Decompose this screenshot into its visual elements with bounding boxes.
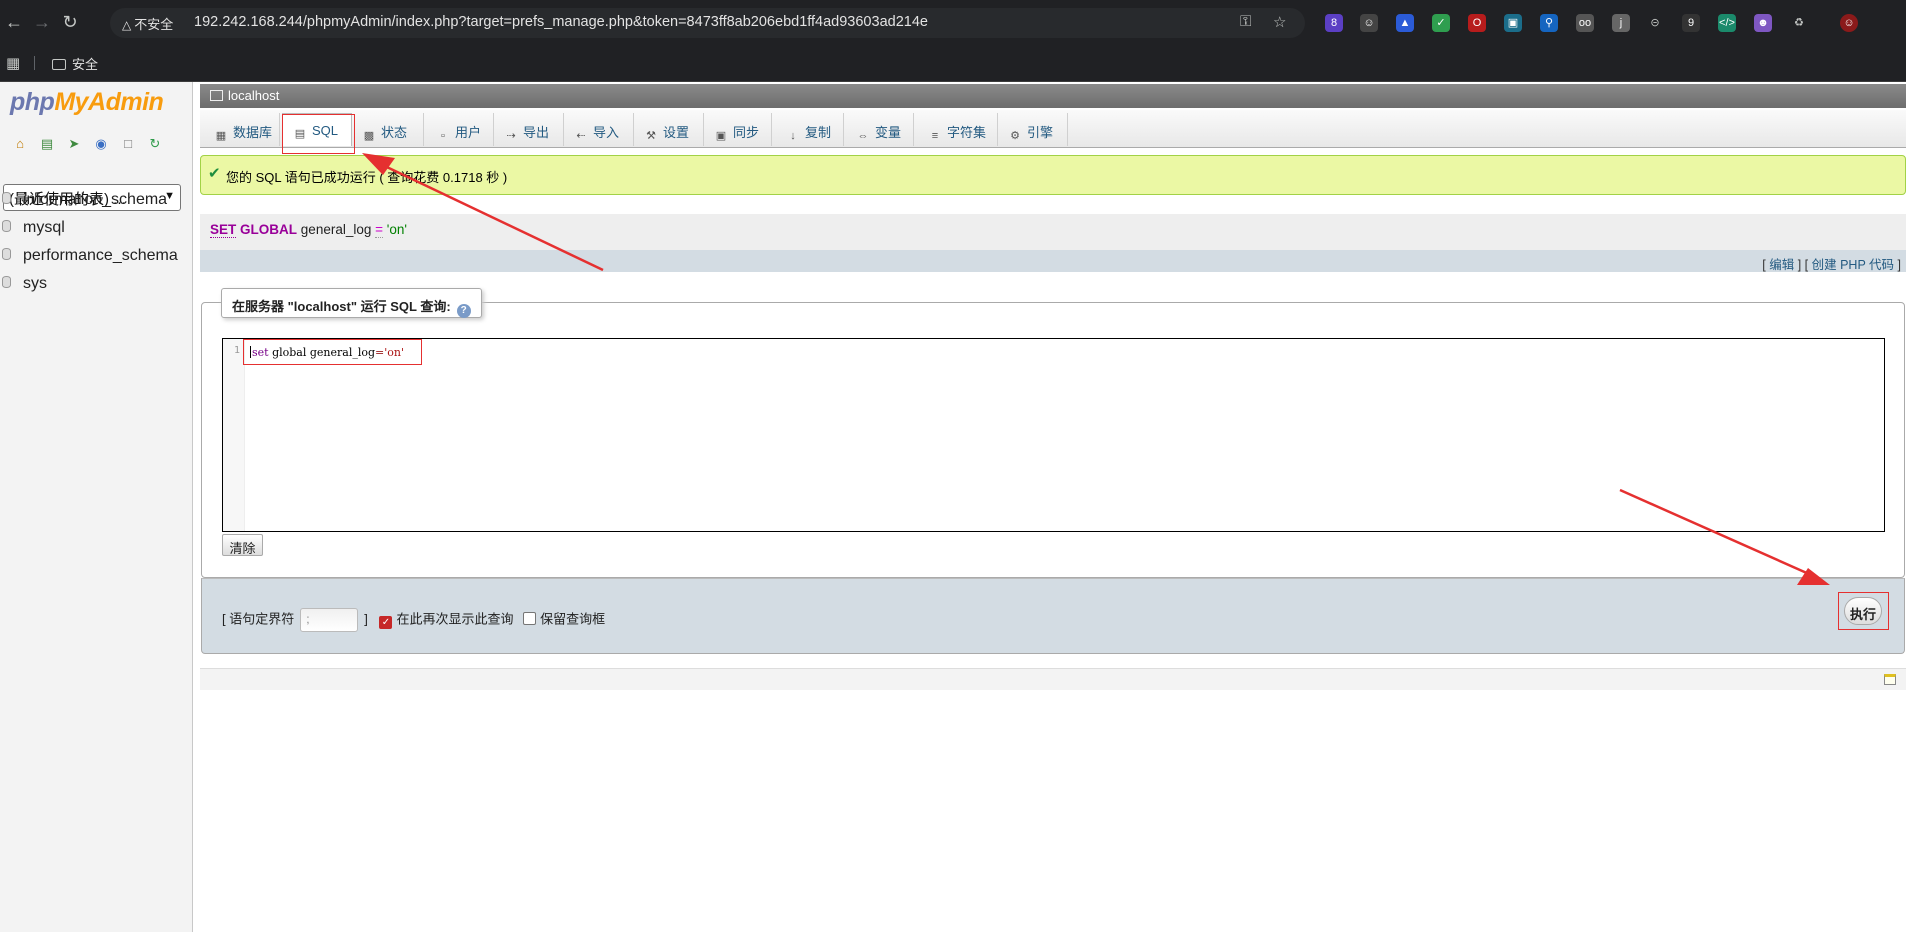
wrench-icon: ⚒: [646, 130, 656, 142]
database-icon: [2, 276, 11, 288]
export-icon: ⇢: [506, 130, 516, 142]
tab-status[interactable]: ▩ 状态: [356, 113, 424, 146]
tab-export[interactable]: ⇢ 导出: [496, 113, 564, 146]
extension-icon[interactable]: oo: [1576, 14, 1594, 32]
reload-icon[interactable]: ↻: [60, 12, 80, 32]
tab-sync[interactable]: ▣ 同步: [706, 113, 772, 146]
tab-charsets[interactable]: ≡ 字符集: [916, 113, 998, 146]
console-bar: [200, 668, 1906, 690]
options-row: [ 语句定界符;] ✓ 在此再次显示此查询 保留查询框: [222, 608, 605, 632]
line-gutter: 1: [223, 339, 245, 531]
star-icon[interactable]: ☆: [1273, 13, 1286, 31]
server-tabs: ▦ 数据库 ▤ SQL ▩ 状态 ▫ 用户 ⇢ 导出 ⇠ 导入 ⚒ 设置 ▣ 同步 ↓ 复制 ⇔ 变…: [200, 110, 1906, 148]
tab-settings[interactable]: ⚒ 设置: [636, 113, 704, 146]
extension-icon[interactable]: O: [1468, 14, 1486, 32]
executed-query: SET GLOBAL general_log = 'on': [200, 214, 1906, 250]
sync-icon: ▣: [715, 130, 727, 142]
tab-databases[interactable]: ▦ 数据库: [210, 113, 280, 146]
db-tree-item[interactable]: sys: [0, 275, 47, 293]
db-tree-item[interactable]: information_schema: [0, 191, 167, 209]
extension-icon[interactable]: ▣: [1504, 14, 1522, 32]
address-bar[interactable]: △ 不安全 192.242.168.244/phpmyAdmin/index.ph…: [110, 8, 1305, 38]
puzzle-icon[interactable]: ♻: [1790, 14, 1808, 32]
extension-icon[interactable]: ▲: [1396, 14, 1414, 32]
forward-arrow-icon[interactable]: →: [32, 12, 52, 32]
extension-icon[interactable]: 9: [1682, 14, 1700, 32]
insecure-indicator[interactable]: △ 不安全: [122, 14, 173, 33]
server-icon: [210, 90, 223, 101]
settings-icon[interactable]: □: [120, 136, 136, 152]
breadcrumb-server[interactable]: localhost: [228, 88, 279, 103]
phpmyadmin-logo[interactable]: phpMyAdmin: [10, 88, 164, 117]
query-window-icon[interactable]: ➤: [66, 136, 82, 152]
replication-icon: ↓: [790, 130, 796, 142]
check-icon: ✔: [208, 165, 221, 182]
minus-circle-icon[interactable]: ⊝: [1646, 14, 1664, 32]
folder-icon: [52, 59, 66, 70]
clear-button[interactable]: 清除: [222, 534, 263, 556]
navigation-panel: phpMyAdmin ⌂ ▤ ➤ ◉ □ ↻ (最近使用的表) ... ▼ informat…: [0, 82, 193, 932]
bookmarks-bar: ▦ 安全: [0, 44, 1906, 82]
annotation-box: [1838, 592, 1889, 630]
extension-icon[interactable]: ⚲: [1540, 14, 1558, 32]
db-tree-item[interactable]: performance_schema: [0, 247, 178, 265]
query-box-legend: 在服务器 "localhost" 运行 SQL 查询:?: [221, 288, 482, 318]
keep-box-checkbox[interactable]: [523, 612, 537, 626]
create-php-link[interactable]: 创建 PHP 代码: [1812, 258, 1894, 272]
avatar[interactable]: ☺: [1840, 14, 1858, 32]
annotation-box: [282, 114, 355, 154]
database-icon: [2, 220, 11, 232]
tab-import[interactable]: ⇠ 导入: [566, 113, 634, 146]
import-icon: ⇠: [576, 130, 586, 142]
tab-variables[interactable]: ⇔ 变量: [846, 113, 914, 146]
extension-icon[interactable]: 8: [1325, 14, 1343, 32]
status-icon: ▩: [363, 130, 375, 142]
engine-icon: ⚙: [1010, 130, 1020, 142]
shield-extension-icon[interactable]: ✓: [1432, 14, 1450, 32]
charset-icon: ≡: [931, 130, 939, 142]
console-icon[interactable]: [1884, 674, 1896, 685]
tab-users[interactable]: ▫ 用户: [426, 113, 494, 146]
help-icon[interactable]: ?: [456, 304, 471, 318]
query-links: [ 编辑 ] [ 创建 PHP 代码 ]: [200, 250, 1906, 272]
breadcrumb: localhost: [200, 84, 1906, 108]
sql-editor[interactable]: 1 set global general_log='on': [222, 338, 1885, 532]
divider: [34, 56, 35, 70]
tab-engines[interactable]: ⚙ 引擎: [1000, 113, 1068, 146]
database-icon: [2, 192, 11, 204]
database-icon: [2, 248, 11, 260]
apps-grid-icon[interactable]: ▦: [6, 54, 20, 72]
logout-icon[interactable]: ▤: [39, 136, 55, 152]
show-again-checkbox[interactable]: ✓: [379, 616, 393, 630]
query-options: [ 语句定界符;] ✓ 在此再次显示此查询 保留查询框: [201, 578, 1905, 654]
warning-icon: △: [122, 18, 132, 32]
database-icon: ▦: [215, 130, 227, 142]
extension-icon[interactable]: ☺: [1360, 14, 1378, 32]
success-message: ✔ 您的 SQL 语句已成功运行 ( 查询花费 0.1718 秒 ): [200, 155, 1906, 195]
annotation-box: [243, 339, 422, 365]
edit-link[interactable]: 编辑: [1769, 258, 1794, 272]
variables-icon: ⇔: [857, 130, 869, 142]
extension-icon[interactable]: j: [1612, 14, 1630, 32]
quick-links: ⌂ ▤ ➤ ◉ □ ↻: [12, 136, 174, 152]
bookmark-folder[interactable]: 安全: [52, 54, 98, 73]
users-icon: ▫: [441, 130, 445, 142]
docs-icon[interactable]: ◉: [93, 136, 109, 152]
back-arrow-icon[interactable]: ←: [4, 12, 24, 32]
home-icon[interactable]: ⌂: [12, 136, 28, 152]
key-icon[interactable]: ⚿: [1240, 13, 1251, 30]
browser-toolbar: ← → ↻ △ 不安全 192.242.168.244/phpmyAdmin/in…: [0, 0, 1906, 44]
db-tree-item[interactable]: mysql: [0, 219, 65, 237]
extension-icon[interactable]: ☻: [1754, 14, 1772, 32]
tab-replication[interactable]: ↓ 复制: [774, 113, 844, 146]
reload-nav-icon[interactable]: ↻: [147, 136, 163, 152]
extension-icon[interactable]: </>: [1718, 14, 1736, 32]
url-text[interactable]: 192.242.168.244/phpmyAdmin/index.php?tar…: [194, 14, 928, 30]
delimiter-input[interactable]: ;: [300, 608, 359, 632]
